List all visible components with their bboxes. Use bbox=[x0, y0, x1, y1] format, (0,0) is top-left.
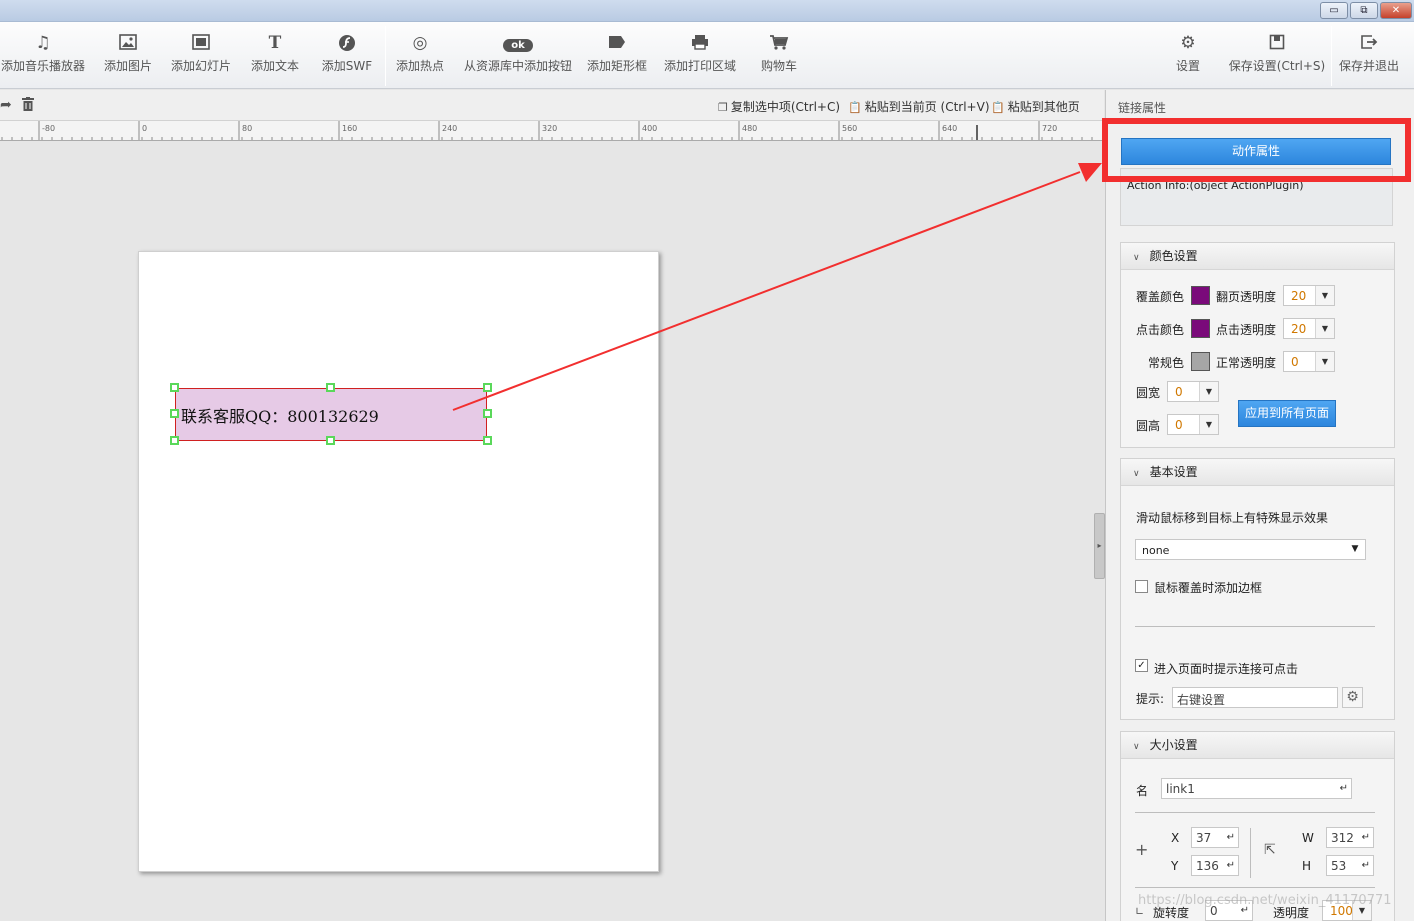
annotation-arrow bbox=[452, 163, 1102, 411]
watermark: https://blog.csdn.net/weixin_41170771 bbox=[1138, 893, 1392, 908]
